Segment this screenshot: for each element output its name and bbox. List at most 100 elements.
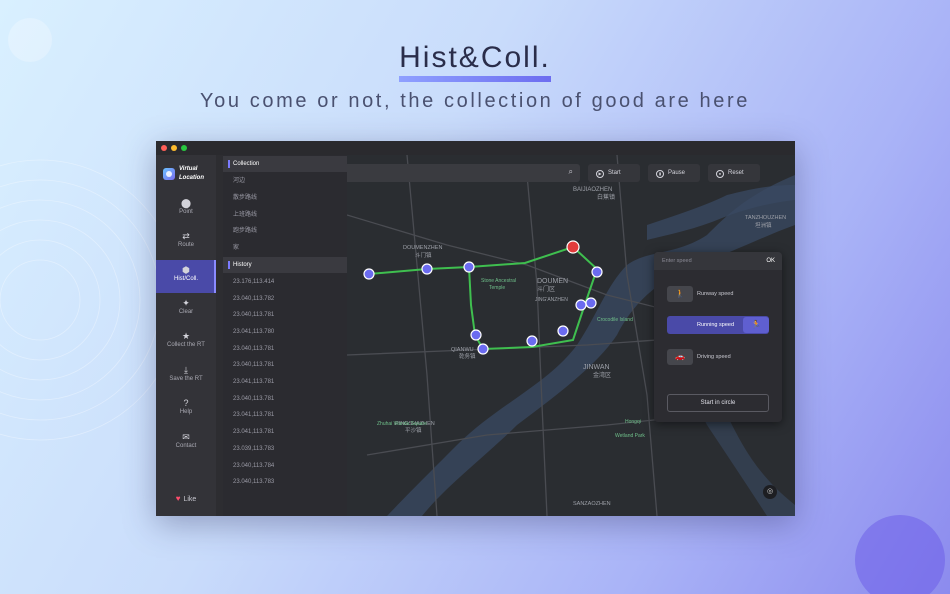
map-label: TANZHOUZHEN <box>745 215 786 221</box>
route-pin[interactable] <box>463 261 475 273</box>
brand-line-1: Virtual <box>179 166 198 172</box>
start-label: Start <box>608 170 621 176</box>
maximize-window-button[interactable] <box>181 145 187 151</box>
like-button[interactable]: ♥ Like <box>156 494 216 503</box>
minimize-window-button[interactable] <box>171 145 177 151</box>
pause-icon: ▮ <box>656 170 664 178</box>
route-pin[interactable] <box>585 297 597 309</box>
route-pin[interactable] <box>591 266 603 278</box>
history-item[interactable]: 23.041,113.781 <box>223 424 347 440</box>
route-icon: ⇄ <box>182 231 190 241</box>
reset-label: Reset <box>728 170 744 176</box>
speed-panel: Enter speed OK 🚶 Runway speed Running sp… <box>654 252 782 422</box>
history-item[interactable]: 23.040,113.781 <box>223 391 347 407</box>
map-label: 斗门区 <box>537 285 555 293</box>
sidebar-item-label: Save the RT <box>169 376 203 382</box>
sidebar-item-route[interactable]: ⇄ Route <box>156 226 216 259</box>
map-label: Zhuhai Wanda Square <box>377 421 427 427</box>
driving-speed-option[interactable]: 🚗 Driving speed <box>667 348 769 366</box>
sidebar-item-help[interactable]: ? Help <box>156 393 216 426</box>
map-search-bar[interactable]: ⌕ <box>347 164 580 182</box>
route-pin[interactable] <box>526 335 538 347</box>
start-button[interactable]: ▶ Start <box>588 164 640 182</box>
map-label: 斗门镇 <box>415 251 432 259</box>
route-pin[interactable] <box>470 329 482 341</box>
sidebar-item-label: Help <box>179 409 193 415</box>
collection-item[interactable]: 上班路线 <box>223 207 347 223</box>
history-item[interactable]: 23.041,113.781 <box>223 374 347 390</box>
history-item[interactable]: 23.041,113.780 <box>223 324 347 340</box>
locate-icon[interactable]: ◎ <box>763 485 777 499</box>
map-label: Crocodile Island <box>597 317 633 323</box>
map-label: JINWAN <box>583 364 610 371</box>
map-view[interactable]: BAIJIAOZHEN 白蕉镇 DOUMENZHEN 斗门镇 DOUMEN 斗门… <box>347 155 795 516</box>
app-window: Virtual Location ⬤ Point ⇄ Route ⬢ Hist/Coll… <box>156 141 795 516</box>
map-label: 白蕉镇 <box>597 193 615 201</box>
history-item[interactable]: 23.039,113.783 <box>223 441 347 457</box>
running-speed-option[interactable]: Running speed 🏃 <box>667 316 769 334</box>
collection-item[interactable]: 河边 <box>223 173 347 189</box>
mail-icon: ✉ <box>182 432 190 442</box>
sidebar-item-label: Hist/Coll. <box>173 276 198 282</box>
promo-title: Hist&Coll. <box>0 41 950 82</box>
sidebar-item-collect-rt[interactable]: ★ Collect the RT <box>156 326 216 359</box>
route-pin[interactable] <box>557 325 569 337</box>
sidebar-item-label: Point <box>179 209 193 215</box>
brand: Virtual Location <box>162 165 216 189</box>
star-icon: ★ <box>181 331 191 341</box>
sidebar-item-point[interactable]: ⬤ Point <box>156 193 216 226</box>
start-in-circle-button[interactable]: Start in circle <box>667 394 769 412</box>
map-label: DOUMENZHEN <box>403 245 442 251</box>
route-pin[interactable] <box>575 299 587 311</box>
collection-item[interactable]: 跑步路线 <box>223 223 347 239</box>
map-label: DOUMEN <box>537 278 568 285</box>
route-pin[interactable] <box>363 268 375 280</box>
map-label: BAIJIAOZHEN <box>573 187 612 193</box>
pause-label: Pause <box>668 170 686 176</box>
map-label: Temple <box>489 285 505 291</box>
history-item[interactable]: 23.040,113.782 <box>223 291 347 307</box>
collection-header: Collection <box>223 156 347 172</box>
map-label: 坦洲镇 <box>755 221 772 229</box>
current-location-pin[interactable] <box>566 240 580 254</box>
close-window-button[interactable] <box>161 145 167 151</box>
car-icon: 🚗 <box>667 349 693 365</box>
running-icon: 🏃 <box>743 317 769 333</box>
sidebar-item-clear[interactable]: ✦ Clear <box>156 293 216 326</box>
broom-icon: ✦ <box>182 298 190 308</box>
pause-button[interactable]: ▮ Pause <box>648 164 700 182</box>
map-label: Stone Ancestral <box>481 278 516 284</box>
history-item[interactable]: 23.040,113.783 <box>223 474 347 490</box>
question-icon: ? <box>183 398 189 408</box>
history-item[interactable]: 23.040,113.781 <box>223 307 347 323</box>
map-label: Hongqi <box>625 419 641 425</box>
reset-button[interactable]: ● Reset <box>708 164 760 182</box>
ok-button[interactable]: OK <box>766 252 775 270</box>
running-speed-label: Running speed <box>697 322 735 328</box>
runway-speed-option[interactable]: 🚶 Runway speed <box>667 285 769 303</box>
title-bar <box>156 141 795 155</box>
sidebar-item-save-rt[interactable]: ⤓ Save the RT <box>156 360 216 393</box>
hist-coll-panel: Collection 河边 散步路线 上班路线 跑步路线 家 History 2… <box>223 155 347 516</box>
history-header: History <box>223 257 347 273</box>
sidebar-item-hist-coll[interactable]: ⬢ Hist/Coll. <box>156 260 216 293</box>
history-item[interactable]: 23.041,113.781 <box>223 407 347 423</box>
map-label: 平沙镇 <box>405 426 422 434</box>
sidebar-item-contact[interactable]: ✉ Contact <box>156 427 216 460</box>
history-item[interactable]: 23.040,113.781 <box>223 341 347 357</box>
like-label: Like <box>183 496 197 503</box>
route-pin[interactable] <box>421 263 433 275</box>
map-label: Wetland Park <box>615 433 645 439</box>
history-item[interactable]: 23.040,113.784 <box>223 458 347 474</box>
route-pin[interactable] <box>477 343 489 355</box>
reset-icon: ● <box>716 170 724 178</box>
speed-input[interactable]: Enter speed <box>654 252 782 270</box>
map-label: QIANWU <box>451 347 474 353</box>
history-item[interactable]: 23.176,113.414 <box>223 274 347 290</box>
map-label: 乾务镇 <box>459 352 476 360</box>
collection-item[interactable]: 散步路线 <box>223 190 347 206</box>
history-item[interactable]: 23.040,113.781 <box>223 357 347 373</box>
title-underline <box>399 76 551 82</box>
search-icon[interactable]: ⌕ <box>569 167 573 177</box>
collection-item[interactable]: 家 <box>223 240 347 256</box>
